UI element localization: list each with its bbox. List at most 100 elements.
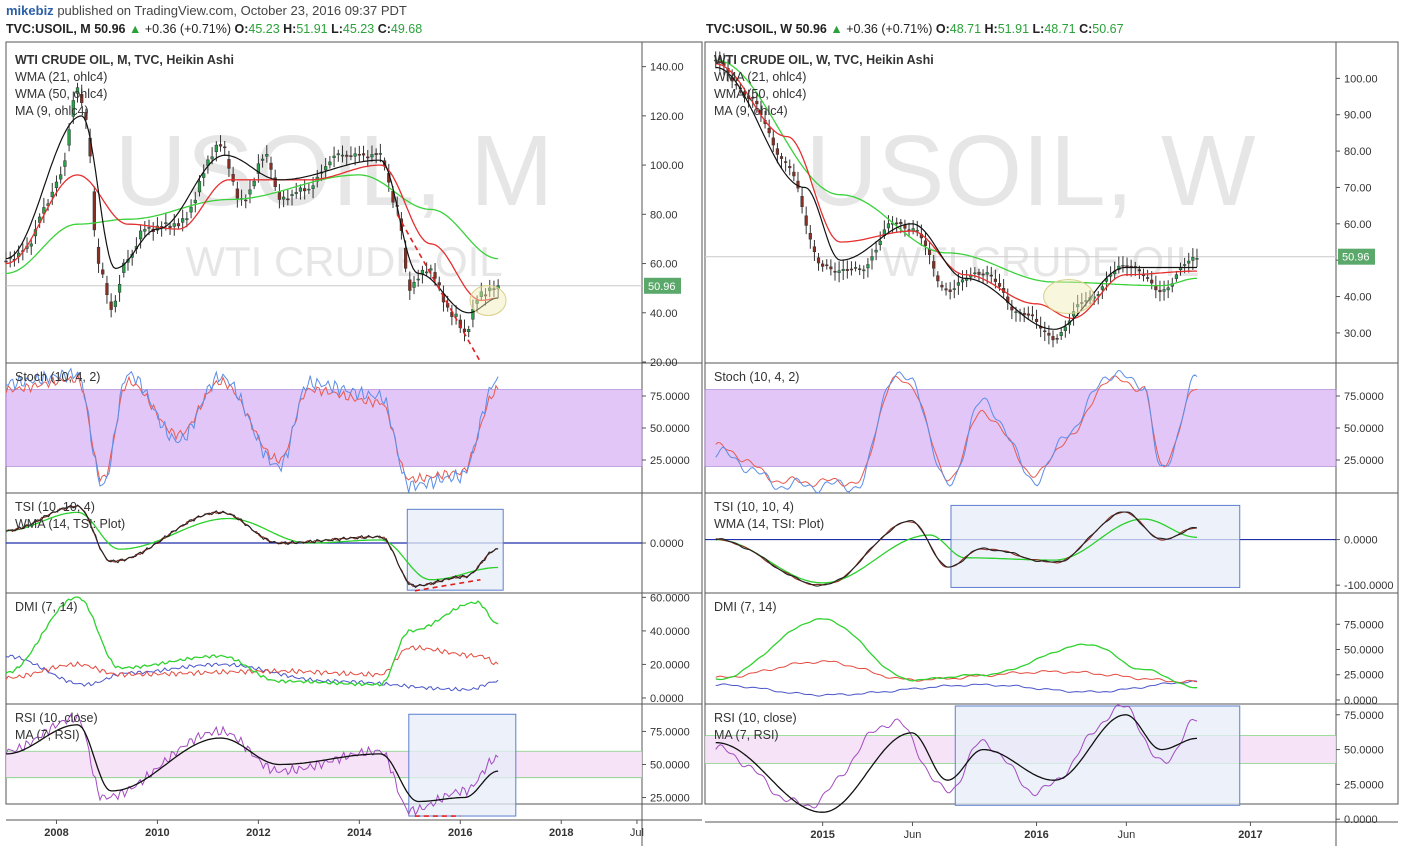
candle-body bbox=[113, 300, 117, 307]
watermark: USOIL, W bbox=[805, 115, 1256, 227]
candle-body bbox=[197, 181, 202, 193]
candle-body bbox=[874, 249, 878, 253]
time-tick-label: 2012 bbox=[246, 827, 270, 839]
candle-body bbox=[248, 189, 252, 195]
candle-body bbox=[878, 240, 882, 245]
candle-body bbox=[845, 269, 849, 271]
candle-body bbox=[973, 272, 977, 275]
candle-body bbox=[202, 173, 206, 178]
price-legend-item: WMA (50, ohlc4) bbox=[714, 87, 806, 101]
pane-label: RSI (10, close) bbox=[15, 711, 98, 725]
pane-label: TSI (10, 10, 4) bbox=[714, 500, 794, 514]
candle-body bbox=[336, 153, 340, 156]
candle-body bbox=[303, 188, 307, 192]
pane-tick-label: 0.0000 bbox=[1344, 695, 1378, 707]
candle-body bbox=[117, 284, 122, 293]
candle-body bbox=[784, 161, 788, 163]
candle-body bbox=[374, 153, 378, 155]
price-tick-label: 90.00 bbox=[1344, 110, 1372, 122]
pane-tick-label: 0.0000 bbox=[650, 693, 684, 705]
candle-body bbox=[244, 199, 248, 202]
candle-body bbox=[849, 268, 854, 271]
candle-body bbox=[218, 144, 223, 147]
candle-body bbox=[147, 227, 151, 229]
candle-body bbox=[29, 243, 33, 247]
candle-body bbox=[214, 144, 218, 153]
adx-line bbox=[715, 680, 1198, 697]
candle-body bbox=[932, 261, 936, 269]
pane-tick-label: 75.0000 bbox=[650, 726, 690, 738]
candle-body bbox=[109, 301, 113, 310]
candle-body bbox=[977, 272, 981, 275]
candle-body bbox=[816, 257, 821, 264]
candle-body bbox=[1191, 257, 1195, 261]
pane-tick-label: 0.0000 bbox=[650, 538, 684, 550]
candle-body bbox=[265, 154, 269, 157]
candle-body bbox=[92, 191, 96, 231]
candle-body bbox=[403, 247, 408, 269]
candle-body bbox=[1158, 289, 1162, 293]
candle-body bbox=[870, 256, 874, 261]
time-tick-label: 2008 bbox=[44, 827, 68, 839]
candle-body bbox=[804, 215, 808, 226]
dmi-minus-line bbox=[715, 660, 1198, 684]
time-tick-label: 2014 bbox=[347, 827, 372, 839]
candle-body bbox=[324, 166, 328, 171]
last-price-badge-text: 50.96 bbox=[648, 281, 676, 293]
candle-body bbox=[923, 240, 928, 247]
candle-body bbox=[328, 161, 332, 166]
pane-tick-label: 50.0000 bbox=[1344, 423, 1384, 435]
rsi-band bbox=[6, 751, 642, 778]
candle-body bbox=[1063, 326, 1067, 332]
candle-body bbox=[989, 274, 993, 277]
pane-tick-label: 50.0000 bbox=[650, 759, 690, 771]
candle-body bbox=[370, 154, 374, 158]
candle-body bbox=[1047, 332, 1051, 336]
candle-body bbox=[412, 281, 416, 288]
candle-body bbox=[467, 329, 471, 333]
candle-body bbox=[952, 288, 956, 290]
dmi-minus-line bbox=[5, 644, 499, 680]
candle-body bbox=[1026, 313, 1030, 316]
price-legend-title: WTI CRUDE OIL, W, TVC, Heikin Ashi bbox=[714, 53, 934, 67]
candle-body bbox=[1187, 260, 1191, 264]
pane-label: Stoch (10, 4, 2) bbox=[714, 370, 799, 384]
candle-body bbox=[425, 271, 429, 274]
candle-body bbox=[361, 153, 366, 156]
price-tick-label: 60.00 bbox=[1344, 219, 1372, 231]
candle-body bbox=[956, 282, 960, 286]
pane-tick-label: -100.0000 bbox=[1344, 580, 1394, 592]
candle-body bbox=[960, 279, 965, 283]
price-legend-item: MA (9, ohlc4) bbox=[15, 104, 89, 118]
candle-body bbox=[1014, 311, 1018, 313]
stoch-band bbox=[704, 389, 1337, 467]
candle-body bbox=[767, 128, 771, 134]
pane-label: DMI (7, 14) bbox=[15, 600, 78, 614]
pane-tick-label: 0.0000 bbox=[1344, 814, 1378, 826]
charts-canvas[interactable]: USOIL, MWTI CRUDE OIL140.00120.00100.008… bbox=[0, 0, 1404, 846]
pane-tick-label: 25.0000 bbox=[1344, 670, 1384, 682]
candle-body bbox=[821, 263, 825, 267]
candle-body bbox=[808, 232, 812, 240]
candle-body bbox=[96, 246, 101, 264]
candle-body bbox=[1051, 336, 1055, 341]
candle-body bbox=[899, 221, 903, 224]
pane-label-secondary: WMA (14, TSI: Plot) bbox=[15, 517, 125, 531]
candle-body bbox=[168, 225, 172, 229]
candle-body bbox=[378, 153, 382, 155]
candle-body bbox=[235, 188, 239, 199]
candle-body bbox=[833, 271, 837, 273]
candle-body bbox=[858, 268, 862, 270]
time-tick-label: 2016 bbox=[448, 827, 472, 839]
pane-tick-label: 75.0000 bbox=[1344, 710, 1384, 722]
candle-body bbox=[193, 199, 197, 204]
candle-body bbox=[825, 264, 829, 267]
candle-body bbox=[54, 181, 59, 188]
candle-body bbox=[1030, 314, 1035, 317]
candle-body bbox=[866, 264, 870, 269]
candle-body bbox=[800, 195, 804, 208]
candle-body bbox=[366, 156, 370, 159]
candle-body bbox=[775, 148, 779, 155]
chart-monthly: USOIL, MWTI CRUDE OIL140.00120.00100.008… bbox=[4, 41, 703, 846]
watermark-sub: WTI CRUDE OIL bbox=[185, 238, 502, 285]
